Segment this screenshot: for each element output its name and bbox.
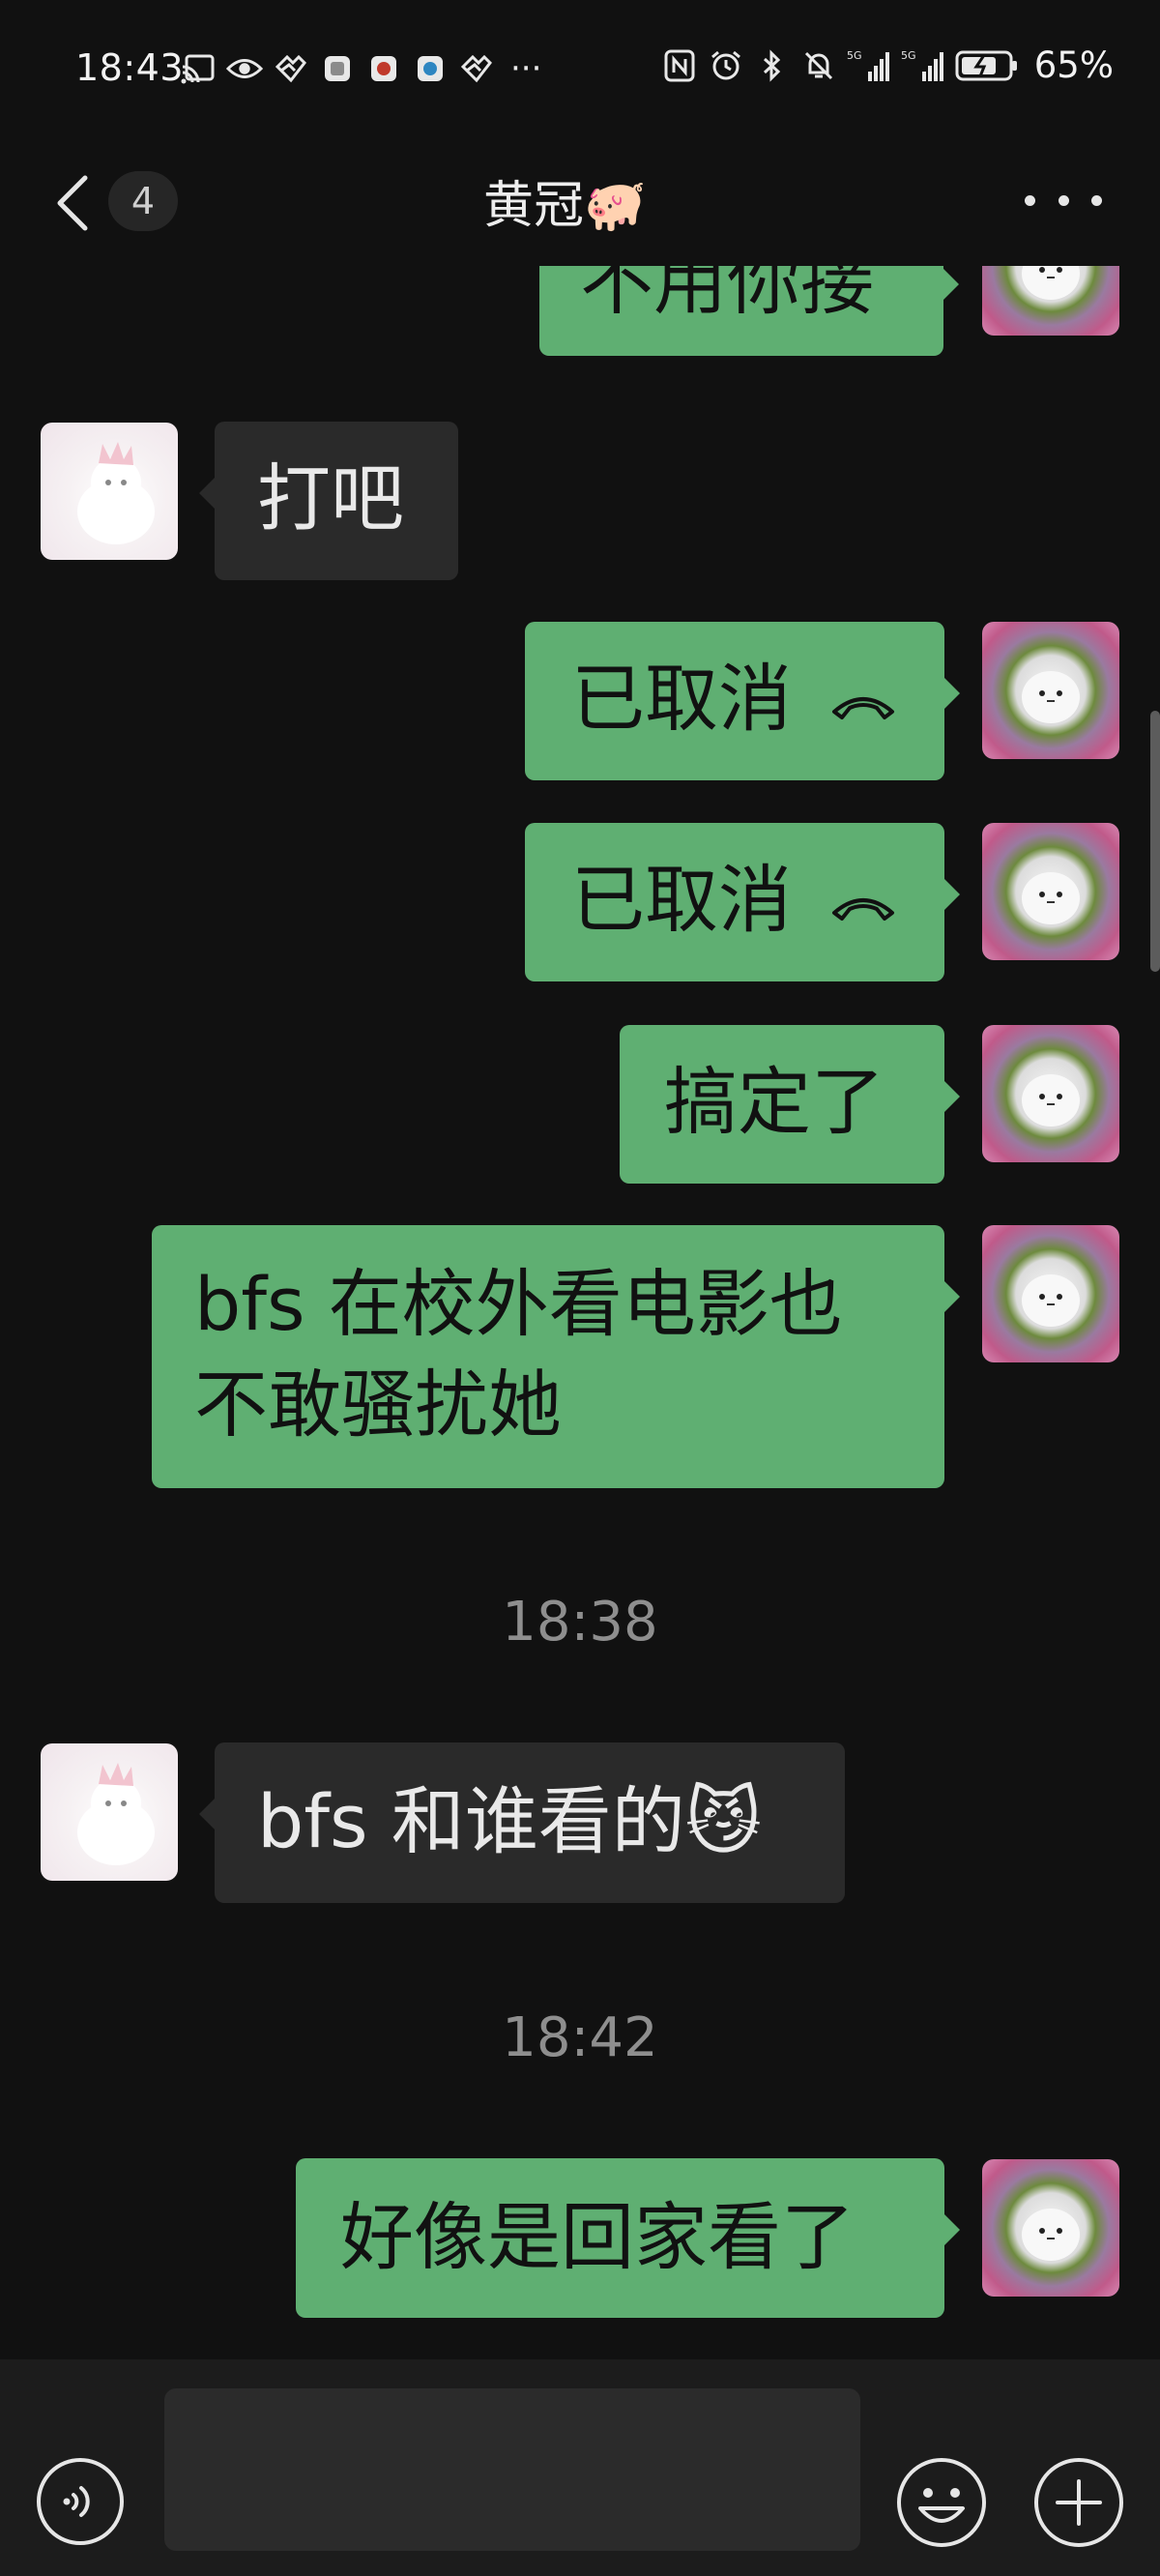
chat-title[interactable]: 黄冠🐖 [483,164,647,237]
input-bar [0,2359,1160,2576]
message-input[interactable] [164,2388,860,2551]
message-bubble-outgoing[interactable]: 不用你接 [539,266,959,356]
voice-icon [37,2458,124,2545]
dot-icon [1058,194,1069,206]
signal-icon-2: 5G [901,47,945,84]
my-avatar[interactable] [982,1025,1119,1162]
dot-icon [1025,194,1035,206]
message-bubble-outgoing[interactable]: 已取消 [525,823,960,981]
plus-icon [1034,2458,1123,2547]
message-text: 不用你接 [580,266,874,325]
battery-percent: 65% [1033,44,1114,86]
battery-icon [955,47,1019,84]
cat-avatar-image [77,442,155,544]
message-text: bfs 和谁看的😼 [257,1778,762,1864]
more-functions-button[interactable] [1032,2456,1125,2549]
message-text: 搞定了 [664,1059,884,1145]
bird-avatar-image [1022,1274,1080,1327]
status-time: 18:43 [75,46,185,89]
message-bubble-incoming[interactable]: bfs 和谁看的😼 [199,1742,845,1903]
message-text: 打吧 [257,455,404,542]
dot-icon [1091,194,1102,206]
contact-avatar[interactable] [41,1743,178,1881]
mute-bell-icon [800,47,837,84]
message-list[interactable]: 不用你接 打吧 已取消 已取消 搞定了 bfs 在校外看电影也不敢骚扰她 18:… [0,266,1160,2359]
message-bubble-incoming[interactable]: 打吧 [199,422,458,580]
phone-hangup-icon [832,697,895,719]
status-bar: 18:43 ··· 5G 5G 65% [0,0,1160,135]
message-bubble-outgoing[interactable]: bfs 在校外看电影也不敢骚扰她 [152,1225,960,1488]
network-label-2: 5G [901,49,916,62]
voice-input-button[interactable] [35,2456,126,2547]
chat-screen: 18:43 ··· 5G 5G 65% 4 黄冠🐖 不用你接 打吧 已取消 已取… [0,0,1160,2576]
bird-avatar-image [1022,671,1080,723]
message-bubble-outgoing[interactable]: 搞定了 [620,1025,960,1184]
chevron-left-icon [57,175,88,231]
nfc-icon [661,47,698,84]
status-right-icons: 5G 5G 65% [661,44,1114,86]
my-avatar[interactable] [982,622,1119,759]
bird-avatar-image [1022,266,1080,300]
time-separator: 18:42 [502,2006,658,2069]
app-notification-icon-2 [365,50,402,87]
scrollbar[interactable] [1150,711,1160,972]
smiley-icon [897,2458,986,2547]
app-notification-icon [319,50,356,87]
my-avatar[interactable] [982,266,1119,336]
app-notification-icon-3 [412,50,449,87]
my-avatar[interactable] [982,1225,1119,1362]
more-notifications-icon: ··· [510,49,542,88]
message-text: 已取消 [571,857,792,943]
eye-icon [226,50,263,87]
signal-icon-1: 5G [847,47,891,84]
message-bubble-outgoing[interactable]: 已取消 [525,622,960,780]
cast-icon [180,50,217,87]
bird-avatar-image [1022,2209,1080,2261]
message-text: 已取消 [571,656,792,742]
bird-avatar-image [1022,872,1080,924]
bluetooth-icon [754,47,791,84]
message-bubble-outgoing[interactable]: 好像是回家看了 [296,2158,960,2318]
alarm-icon [708,47,744,84]
my-avatar[interactable] [982,823,1119,960]
contact-avatar[interactable] [41,423,178,560]
chat-header: 4 黄冠🐖 [0,135,1160,266]
health-app-icon [273,50,309,87]
network-label-1: 5G [847,49,862,62]
back-button[interactable] [48,172,97,234]
more-options-button[interactable] [1025,186,1102,215]
unread-count-badge[interactable]: 4 [108,171,178,231]
cat-avatar-image [77,1763,155,1865]
emoji-button[interactable] [895,2456,988,2549]
message-text: bfs 在校外看电影也不敢骚扰她 [194,1261,843,1448]
message-text: 好像是回家看了 [340,2194,855,2280]
health-app-icon-2 [458,50,495,87]
status-left-icons: ··· [180,50,541,87]
my-avatar[interactable] [982,2159,1119,2297]
time-separator: 18:38 [502,1591,658,1654]
bird-avatar-image [1022,1074,1080,1127]
phone-hangup-icon [832,898,895,921]
